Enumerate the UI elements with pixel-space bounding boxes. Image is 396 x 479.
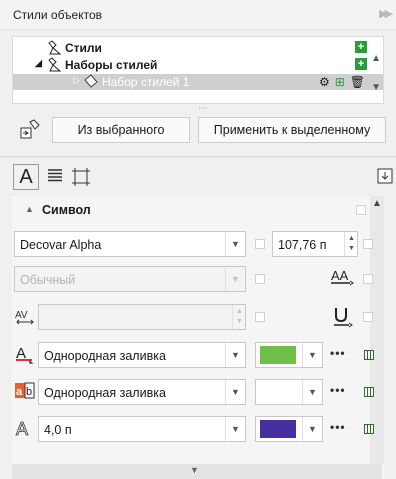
chevron-down-icon[interactable]: ▼ xyxy=(225,380,245,404)
chevron-down-icon[interactable]: ▼ xyxy=(225,267,245,291)
chevron-down-icon[interactable]: ▼ xyxy=(190,465,199,475)
chevron-down-icon[interactable]: ▼ xyxy=(225,417,245,441)
tab-paragraph-icon[interactable] xyxy=(48,169,62,183)
chevron-down-icon[interactable]: ▼ xyxy=(225,343,245,367)
tree-item-style-sets[interactable]: ◢ Наборы стилей + xyxy=(13,57,383,73)
actions-bar: Из выбранного Применить к выделенному xyxy=(0,116,396,146)
font-family-select[interactable]: Decovar Alpha ▼ xyxy=(14,231,246,257)
tab-frame-icon[interactable] xyxy=(72,168,90,186)
scroll-up-icon[interactable]: ▲ xyxy=(371,53,381,64)
resize-grip-icon[interactable]: ⋯ xyxy=(198,103,209,114)
scroll-up-icon[interactable]: ▲ xyxy=(372,198,382,209)
font-style-checkbox[interactable] xyxy=(255,274,265,284)
apply-to-selection-button[interactable]: Применить к выделенному xyxy=(198,117,386,143)
style-tabs: A xyxy=(0,162,396,192)
chevron-down-icon[interactable]: ▼ xyxy=(302,343,322,367)
new-style-set-from-selection-icon[interactable] xyxy=(20,119,42,141)
tree-item-label: Наборы стилей xyxy=(65,58,158,72)
kerning-field[interactable]: ▲ ▼ xyxy=(38,304,246,330)
background-fill-swatch xyxy=(260,383,296,401)
expand-down-icon[interactable]: ◢ xyxy=(35,58,42,69)
chevron-down-icon[interactable]: ▼ xyxy=(225,232,245,256)
text-fill-swatch xyxy=(260,346,296,364)
dock-pin-icon[interactable] xyxy=(377,168,393,184)
outline-width-select[interactable]: 4,0 п ▼ xyxy=(38,416,246,442)
scroll-down-icon[interactable]: ▼ xyxy=(371,82,381,93)
background-fill-color-picker[interactable]: ▼ xyxy=(255,379,323,405)
add-to-set-icon[interactable]: ⊞ xyxy=(335,75,345,89)
chevron-down-icon[interactable]: ▼ xyxy=(302,380,322,404)
text-fill-type-select[interactable]: Однородная заливка ▼ xyxy=(38,342,246,368)
fill-settings-icon[interactable] xyxy=(364,387,374,397)
background-fill-type-select[interactable]: Однородная заливка ▼ xyxy=(38,379,246,405)
styles-icon xyxy=(48,40,62,55)
style-set-icon xyxy=(84,74,98,88)
kerning-checkbox[interactable] xyxy=(255,312,265,322)
svg-text:a: a xyxy=(16,386,23,398)
section-title: Символ xyxy=(42,203,91,217)
text-fill-icon: A xyxy=(16,345,34,364)
tab-character-icon[interactable]: A xyxy=(13,164,39,190)
tree-item-styles[interactable]: Стили + xyxy=(13,40,383,56)
section-checkbox[interactable] xyxy=(356,205,366,215)
svg-text:b: b xyxy=(26,386,32,398)
font-family-checkbox[interactable] xyxy=(255,239,265,249)
add-style-set-icon[interactable]: + xyxy=(355,58,367,70)
styles-tree[interactable]: Стили + ◢ Наборы стилей + ▷ Набор стилей… xyxy=(12,36,384,104)
chevron-down-icon[interactable]: ▼ xyxy=(302,417,322,441)
more-options-icon[interactable]: ••• xyxy=(330,383,346,397)
underline-checkbox[interactable] xyxy=(363,312,373,322)
font-family-value: Decovar Alpha xyxy=(20,238,102,252)
font-size-value: 107,76 п xyxy=(278,238,327,252)
kerning-icon: AV xyxy=(15,310,34,325)
more-options-icon[interactable]: ••• xyxy=(330,346,346,360)
svg-text:AA: AA xyxy=(331,268,349,283)
text-fill-type-value: Однородная заливка xyxy=(44,349,166,363)
text-case-icon[interactable]: AA xyxy=(330,267,354,287)
tree-item-label: Стили xyxy=(65,41,102,55)
outline-color-picker[interactable]: ▼ xyxy=(255,416,323,442)
tree-item-style-set-1[interactable]: ▷ Набор стилей 1 ⚙ ⊞ 🗑 xyxy=(13,74,383,90)
underline-icon[interactable] xyxy=(332,306,354,328)
collapse-section-icon[interactable]: ▲ xyxy=(25,204,34,214)
more-options-icon[interactable]: ••• xyxy=(330,420,346,434)
text-fill-color-picker[interactable]: ▼ xyxy=(255,342,323,368)
delete-icon[interactable]: 🗑 xyxy=(350,75,365,89)
background-fill-icon: a b xyxy=(15,382,35,399)
background-fill-type-value: Однородная заливка xyxy=(44,386,166,400)
font-style-value: Обычный xyxy=(20,273,76,287)
tree-item-label: Набор стилей 1 xyxy=(102,75,190,89)
kerning-spinner[interactable]: ▲ ▼ xyxy=(232,305,245,329)
font-size-spinner[interactable]: ▲ ▼ xyxy=(344,232,357,256)
svg-text:AV: AV xyxy=(15,310,28,321)
font-size-field[interactable]: 107,76 п ▲ ▼ xyxy=(272,231,358,257)
expand-more-bar[interactable]: ▼ xyxy=(12,464,382,479)
font-size-checkbox[interactable] xyxy=(363,239,373,249)
collapse-docker-icon[interactable]: ▶▶ xyxy=(379,7,393,20)
item-tools: ⚙ ⊞ 🗑 xyxy=(319,74,365,90)
from-selection-button[interactable]: Из выбранного xyxy=(52,117,190,143)
character-properties-panel: ▲ Символ ▲ Decovar Alpha ▼ 107,76 п ▲ ▼ О… xyxy=(12,196,384,479)
outline-settings-icon[interactable] xyxy=(364,424,374,434)
add-style-icon[interactable]: + xyxy=(355,41,367,53)
docker-title-bar: Стили объектов ▶▶ xyxy=(0,0,396,30)
expand-right-icon[interactable]: ▷ xyxy=(73,75,80,86)
svg-text:A: A xyxy=(16,419,28,438)
style-sets-icon xyxy=(48,57,62,72)
outline-swatch xyxy=(260,420,296,438)
section-header[interactable]: ▲ Символ xyxy=(12,196,370,224)
outline-width-value: 4,0 п xyxy=(44,423,72,437)
divider xyxy=(0,156,396,157)
text-case-checkbox[interactable] xyxy=(363,274,373,284)
settings-gear-icon[interactable]: ⚙ xyxy=(319,75,330,89)
docker-title: Стили объектов xyxy=(13,8,103,22)
outline-icon: A xyxy=(16,419,29,438)
fill-settings-icon[interactable] xyxy=(364,350,374,360)
font-style-select[interactable]: Обычный ▼ xyxy=(14,266,246,292)
